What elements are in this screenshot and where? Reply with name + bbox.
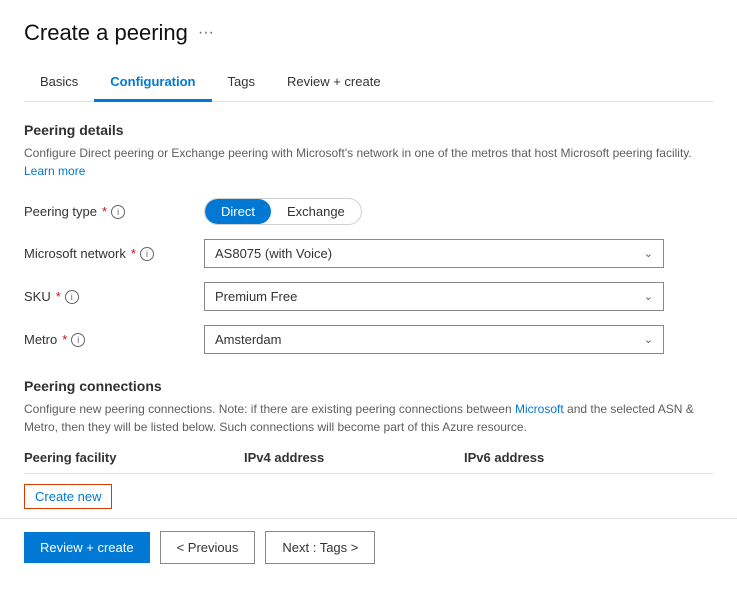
review-create-button[interactable]: Review + create	[24, 532, 150, 563]
peering-connections-section: Peering connections Configure new peerin…	[24, 378, 713, 509]
microsoft-network-info-icon[interactable]: i	[140, 247, 154, 261]
toggle-exchange[interactable]: Exchange	[271, 199, 361, 224]
peering-type-row: Peering type * i Direct Exchange	[24, 198, 713, 225]
peering-details-section: Peering details Configure Direct peering…	[24, 122, 713, 354]
metro-row: Metro * i Amsterdam ⌄	[24, 325, 713, 354]
required-indicator: *	[62, 332, 67, 347]
chevron-down-icon: ⌄	[644, 290, 653, 303]
chevron-down-icon: ⌄	[644, 333, 653, 346]
sku-row: SKU * i Premium Free ⌄	[24, 282, 713, 311]
metro-label: Metro * i	[24, 332, 204, 347]
connections-table-header: Peering facility IPv4 address IPv6 addre…	[24, 450, 713, 474]
col-facility-header: Peering facility	[24, 450, 244, 465]
tab-review-create[interactable]: Review + create	[271, 64, 397, 102]
page-footer: Review + create < Previous Next : Tags >	[0, 518, 737, 576]
sku-value: Premium Free	[215, 289, 297, 304]
metro-info-icon[interactable]: i	[71, 333, 85, 347]
sku-dropdown[interactable]: Premium Free ⌄	[204, 282, 664, 311]
required-indicator: *	[131, 246, 136, 261]
tab-tags[interactable]: Tags	[212, 64, 271, 102]
microsoft-network-row: Microsoft network * i AS8075 (with Voice…	[24, 239, 713, 268]
sku-info-icon[interactable]: i	[65, 290, 79, 304]
create-new-box: Create new	[24, 484, 112, 509]
microsoft-network-dropdown[interactable]: AS8075 (with Voice) ⌄	[204, 239, 664, 268]
peering-details-desc: Configure Direct peering or Exchange pee…	[24, 144, 713, 180]
microsoft-link[interactable]: Microsoft	[515, 402, 564, 416]
create-new-link[interactable]: Create new	[35, 489, 101, 504]
page-title: Create a peering	[24, 20, 188, 46]
microsoft-network-value: AS8075 (with Voice)	[215, 246, 332, 261]
peering-connections-title: Peering connections	[24, 378, 713, 394]
peering-type-label: Peering type * i	[24, 204, 204, 219]
col-ipv4-header: IPv4 address	[244, 450, 464, 465]
next-button[interactable]: Next : Tags >	[265, 531, 375, 564]
sku-label: SKU * i	[24, 289, 204, 304]
required-indicator: *	[56, 289, 61, 304]
chevron-down-icon: ⌄	[644, 247, 653, 260]
col-ipv6-header: IPv6 address	[464, 450, 664, 465]
learn-more-link[interactable]: Learn more	[24, 164, 85, 178]
peering-details-title: Peering details	[24, 122, 713, 138]
tab-configuration[interactable]: Configuration	[94, 64, 211, 102]
toggle-direct[interactable]: Direct	[205, 199, 271, 224]
metro-dropdown[interactable]: Amsterdam ⌄	[204, 325, 664, 354]
peering-connections-desc: Configure new peering connections. Note:…	[24, 400, 713, 436]
tab-basics[interactable]: Basics	[24, 64, 94, 102]
metro-value: Amsterdam	[215, 332, 281, 347]
peering-type-toggle[interactable]: Direct Exchange	[204, 198, 362, 225]
ellipsis-menu-icon[interactable]: ···	[198, 24, 214, 42]
microsoft-network-label: Microsoft network * i	[24, 246, 204, 261]
tab-bar: Basics Configuration Tags Review + creat…	[24, 64, 713, 102]
peering-type-info-icon[interactable]: i	[111, 205, 125, 219]
previous-button[interactable]: < Previous	[160, 531, 256, 564]
required-indicator: *	[102, 204, 107, 219]
